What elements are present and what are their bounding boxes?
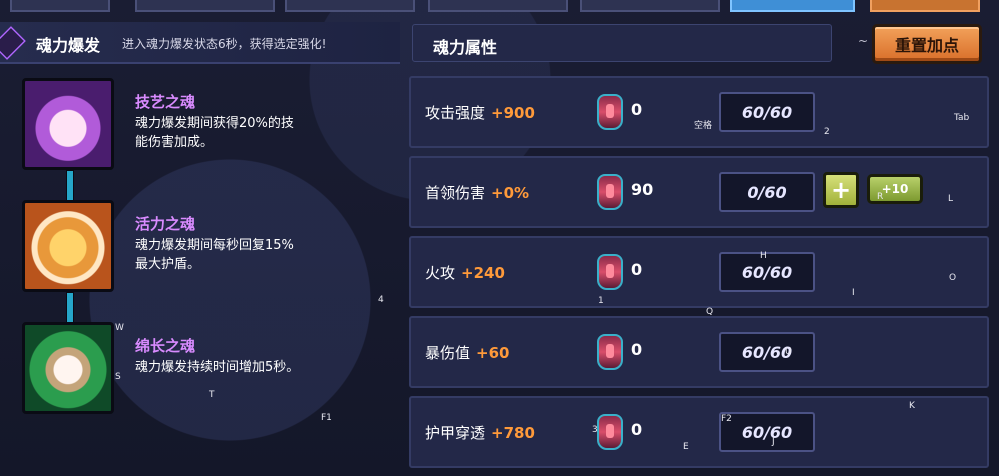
tab-1[interactable]: [10, 0, 110, 12]
key-hint: 3: [592, 425, 598, 435]
attribute-name: 火攻: [425, 264, 456, 282]
key-hint: F2: [721, 414, 732, 424]
key-hint: S: [115, 372, 121, 382]
tilde-key-hint: ~: [858, 34, 869, 48]
key-hint: 2: [824, 127, 830, 137]
level-display: 60/60: [719, 332, 815, 372]
key-hint: L: [948, 194, 954, 204]
attribute-row-boss-damage: 首领伤害 +0% 90 0/60 + +10: [409, 156, 989, 228]
attribute-row-attack: 攻击强度 +900 0 60/60: [409, 76, 989, 148]
skill-name: 绵长之魂: [135, 337, 196, 355]
tab-2[interactable]: [135, 0, 275, 12]
key-hint: W: [115, 323, 124, 333]
key-hint: 空格: [694, 121, 713, 131]
tab-4[interactable]: [428, 0, 568, 12]
key-hint: Tab: [954, 113, 970, 123]
key-hint: R: [877, 192, 884, 202]
tab-7[interactable]: [870, 0, 980, 12]
skill-name: 技艺之魂: [135, 93, 196, 111]
gem-count: 0: [631, 420, 643, 439]
skill-desc: 魂力爆发期间每秒回复15%最大护盾。: [135, 238, 294, 272]
skill-name: 活力之魂: [135, 215, 196, 233]
top-tab-strip: [0, 0, 999, 12]
soul-emblem-icon: [0, 26, 26, 60]
attribute-label: 火攻 +240: [425, 262, 505, 283]
attribute-label: 暴伤值 +60: [425, 342, 509, 363]
key-hint: F1: [321, 413, 332, 423]
key-hint: U: [785, 347, 792, 357]
soul-attributes-header: 魂力属性: [412, 24, 832, 62]
soul-burst-header: 魂力爆发 进入魂力爆发状态6秒，获得选定强化!: [0, 22, 400, 64]
attribute-name: 暴伤值: [425, 344, 471, 362]
shield-soul-icon[interactable]: [22, 200, 114, 292]
tab-5[interactable]: [580, 0, 720, 12]
gem-count: 0: [631, 100, 643, 119]
add-point-button[interactable]: +: [823, 172, 859, 208]
key-hint: H: [760, 251, 767, 261]
attribute-name: 攻击强度: [425, 104, 486, 122]
skill-desc: 魂力爆发持续时间增加5秒。: [135, 360, 300, 375]
attribute-bonus: +60: [476, 344, 510, 362]
level-display: 0/60: [719, 172, 815, 212]
attribute-bonus: +780: [491, 424, 535, 442]
stopwatch-soul-icon[interactable]: [22, 322, 114, 414]
soul-burst-title: 魂力爆发: [36, 36, 101, 55]
attribute-label: 攻击强度 +900: [425, 102, 535, 123]
soul-gem-icon: [597, 414, 623, 450]
key-hint: O: [949, 273, 957, 283]
key-hint: Q: [706, 307, 714, 317]
attribute-label: 护甲穿透 +780: [425, 422, 535, 443]
soul-gem-icon: [597, 94, 623, 130]
level-display: 60/60: [719, 252, 815, 292]
soul-gem-icon: [597, 334, 623, 370]
key-hint: I: [852, 288, 855, 298]
attribute-name: 护甲穿透: [425, 424, 486, 442]
skill-desc: 魂力爆发期间获得20%的技能伤害加成。: [135, 116, 294, 150]
soul-burst-subtitle: 进入魂力爆发状态6秒，获得选定强化!: [122, 37, 327, 51]
purple-flame-soul-icon[interactable]: [22, 78, 114, 170]
attribute-row-crit-damage: 暴伤值 +60 0 60/60: [409, 316, 989, 388]
gem-count: 0: [631, 260, 643, 279]
level-display: 60/60: [719, 412, 815, 452]
key-hint: E: [683, 442, 689, 452]
soul-gem-icon: [597, 254, 623, 290]
key-hint: K: [909, 401, 915, 411]
tab-3[interactable]: [285, 0, 415, 12]
attribute-name: 首领伤害: [425, 184, 486, 202]
key-hint: T: [209, 390, 215, 400]
reset-points-button[interactable]: 重置加点: [872, 24, 982, 64]
attribute-bonus: +240: [461, 264, 505, 282]
add-ten-points-button[interactable]: +10: [867, 174, 923, 204]
attribute-bonus: +900: [491, 104, 535, 122]
attribute-row-fire-attack: 火攻 +240 0 60/60: [409, 236, 989, 308]
key-hint: 1: [598, 296, 604, 306]
attribute-label: 首领伤害 +0%: [425, 182, 529, 203]
key-hint: 4: [378, 295, 384, 305]
soul-attributes-title: 魂力属性: [433, 38, 498, 57]
key-hint: J: [772, 437, 775, 447]
gem-count: 0: [631, 340, 643, 359]
level-display: 60/60: [719, 92, 815, 132]
gem-count: 90: [631, 180, 654, 199]
attribute-row-armor-pen: 护甲穿透 +780 0 60/60: [409, 396, 989, 468]
soul-gem-icon: [597, 174, 623, 210]
attribute-bonus: +0%: [491, 184, 530, 202]
tab-soul-active[interactable]: [730, 0, 855, 12]
